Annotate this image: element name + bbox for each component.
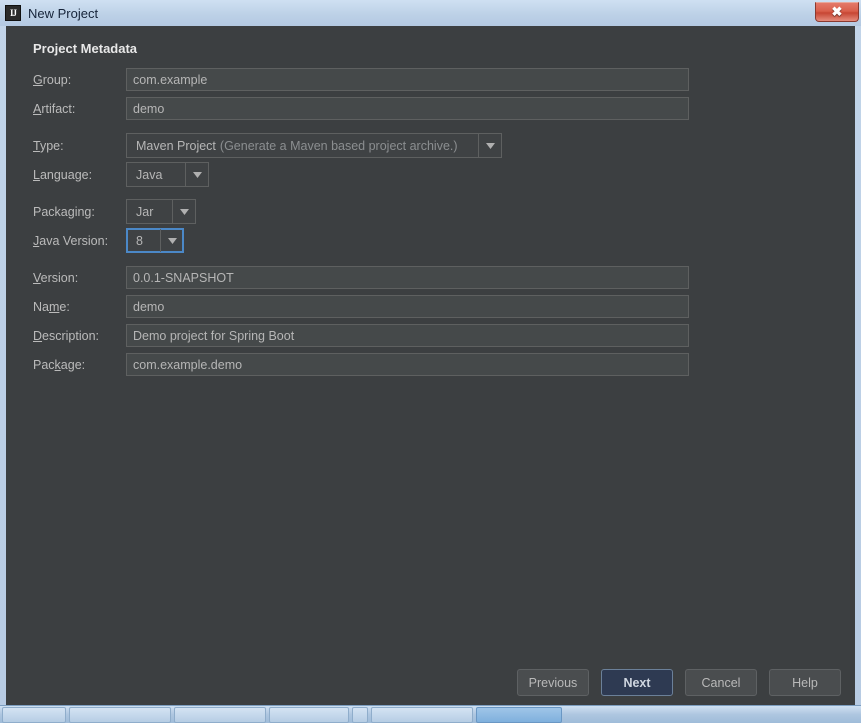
taskbar-item[interactable]	[174, 706, 266, 723]
description-label: Description:	[33, 328, 100, 343]
taskbar-item[interactable]	[371, 706, 473, 723]
name-input[interactable]: demo	[126, 295, 689, 318]
group-label: Group:	[33, 72, 72, 87]
chevron-down-icon[interactable]	[160, 229, 183, 252]
taskbar-item-active[interactable]	[476, 706, 562, 723]
java-version-label: Java Version:	[33, 233, 109, 248]
taskbar-item[interactable]	[69, 706, 171, 723]
chevron-down-icon[interactable]	[478, 134, 501, 157]
window-titlebar[interactable]: IJ New Project ✖	[0, 0, 861, 26]
name-label: Name:	[33, 299, 70, 314]
form-row-java-version: Java Version: 8	[33, 228, 855, 253]
language-label: Language:	[33, 167, 93, 182]
cancel-button[interactable]: Cancel	[685, 669, 757, 696]
form-row-language: Language: Java	[33, 162, 855, 187]
form-row-packaging: Packaging: Jar	[33, 199, 855, 224]
chevron-down-icon[interactable]	[172, 200, 195, 223]
packaging-dropdown[interactable]: Jar	[126, 199, 196, 224]
type-dropdown-value: Maven Project (Generate a Maven based pro…	[136, 138, 458, 153]
package-input[interactable]: com.example.demo	[126, 353, 689, 376]
project-metadata-form: Group: com.example Artifact: demo Type: …	[33, 68, 855, 382]
java-version-dropdown[interactable]: 8	[126, 228, 184, 253]
packaging-dropdown-value: Jar	[136, 204, 154, 219]
next-button[interactable]: Next	[601, 669, 673, 696]
taskbar-item[interactable]	[352, 706, 368, 723]
version-input[interactable]: 0.0.1-SNAPSHOT	[126, 266, 689, 289]
window-title: New Project	[28, 5, 99, 21]
new-project-dialog-window: IJ New Project ✖ Project Metadata Group:…	[0, 0, 861, 716]
type-label: Type:	[33, 138, 64, 153]
form-row-type: Type: Maven Project (Generate a Maven bas…	[33, 133, 855, 158]
type-dropdown[interactable]: Maven Project (Generate a Maven based pro…	[126, 133, 502, 158]
packaging-label: Packaging:	[33, 204, 95, 219]
dialog-content: Project Metadata Group: com.example Arti…	[6, 26, 855, 710]
artifact-label: Artifact:	[33, 101, 76, 116]
form-row-name: Name: demo	[33, 295, 855, 318]
form-row-version: Version: 0.0.1-SNAPSHOT	[33, 266, 855, 289]
page-title: Project Metadata	[33, 41, 138, 56]
language-dropdown[interactable]: Java	[126, 162, 209, 187]
description-input[interactable]: Demo project for Spring Boot	[126, 324, 689, 347]
windows-taskbar[interactable]	[0, 705, 861, 723]
close-icon[interactable]: ✖	[815, 1, 859, 22]
form-row-package: Package: com.example.demo	[33, 353, 855, 376]
form-row-group: Group: com.example	[33, 68, 855, 91]
dialog-footer: Previous Next Cancel Help	[517, 669, 841, 696]
help-button[interactable]: Help	[769, 669, 841, 696]
form-row-artifact: Artifact: demo	[33, 97, 855, 120]
taskbar-item[interactable]	[269, 706, 349, 723]
intellij-idea-icon: IJ	[5, 5, 21, 21]
form-row-description: Description: Demo project for Spring Boo…	[33, 324, 855, 347]
version-label: Version:	[33, 270, 79, 285]
language-dropdown-value: Java	[136, 167, 163, 182]
group-input[interactable]: com.example	[126, 68, 689, 91]
previous-button[interactable]: Previous	[517, 669, 589, 696]
package-label: Package:	[33, 357, 86, 372]
chevron-down-icon[interactable]	[185, 163, 208, 186]
java-version-dropdown-value: 8	[136, 233, 143, 248]
taskbar-item[interactable]	[2, 706, 66, 723]
artifact-input[interactable]: demo	[126, 97, 689, 120]
